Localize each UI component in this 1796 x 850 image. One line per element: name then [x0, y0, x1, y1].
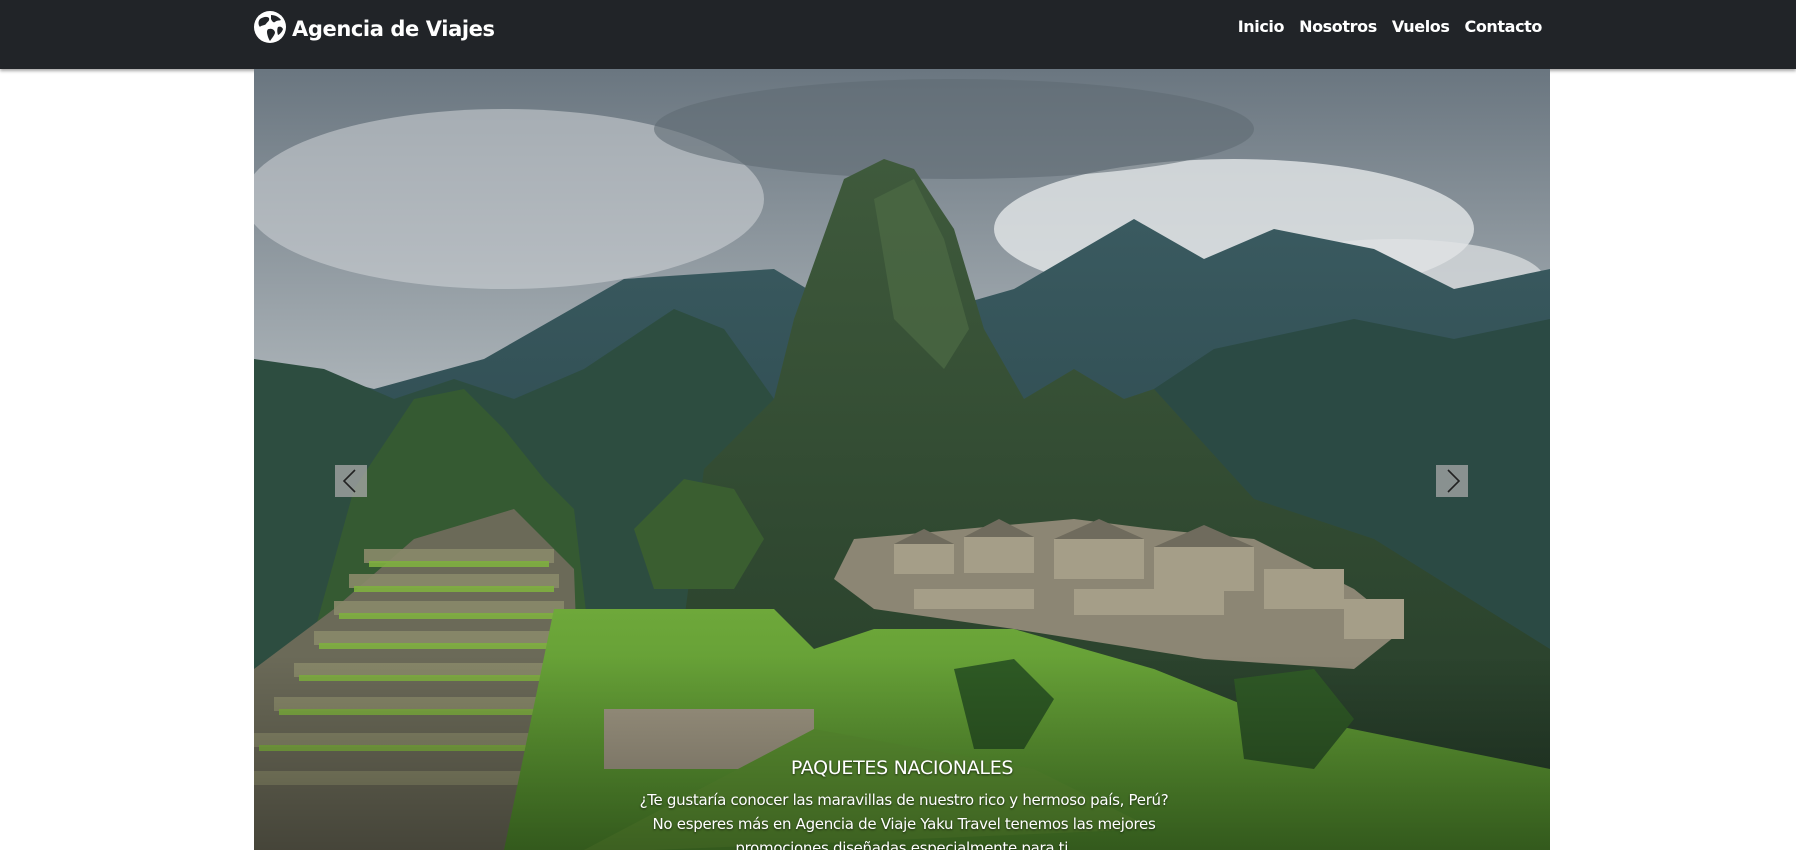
carousel-prev-button[interactable] [335, 465, 367, 497]
machu-picchu-photo [254, 69, 1550, 850]
nav-menu: Inicio Nosotros Vuelos Contacto [1238, 17, 1543, 36]
navbar: Agencia de Viajes Inicio Nosotros Vuelos… [0, 0, 1796, 69]
chevron-right-icon [1447, 469, 1461, 493]
brand-label: Agencia de Viajes [292, 17, 495, 41]
nav-link-contacto[interactable]: Contacto [1465, 17, 1543, 36]
chevron-left-icon [342, 469, 356, 493]
nav-link-nosotros[interactable]: Nosotros [1299, 17, 1377, 36]
nav-link-vuelos[interactable]: Vuelos [1392, 17, 1450, 36]
hero-carousel: PAQUETES NACIONALES ¿Te gustaría conocer… [254, 69, 1550, 850]
carousel-caption-text: ¿Te gustaría conocer las maravillas de n… [639, 791, 1169, 850]
carousel-next-button[interactable] [1436, 465, 1468, 497]
nav-link-inicio[interactable]: Inicio [1238, 17, 1285, 36]
brand-link[interactable]: Agencia de Viajes [253, 10, 495, 44]
globe-icon [254, 11, 286, 43]
carousel-caption-title: PAQUETES NACIONALES [790, 757, 1014, 779]
